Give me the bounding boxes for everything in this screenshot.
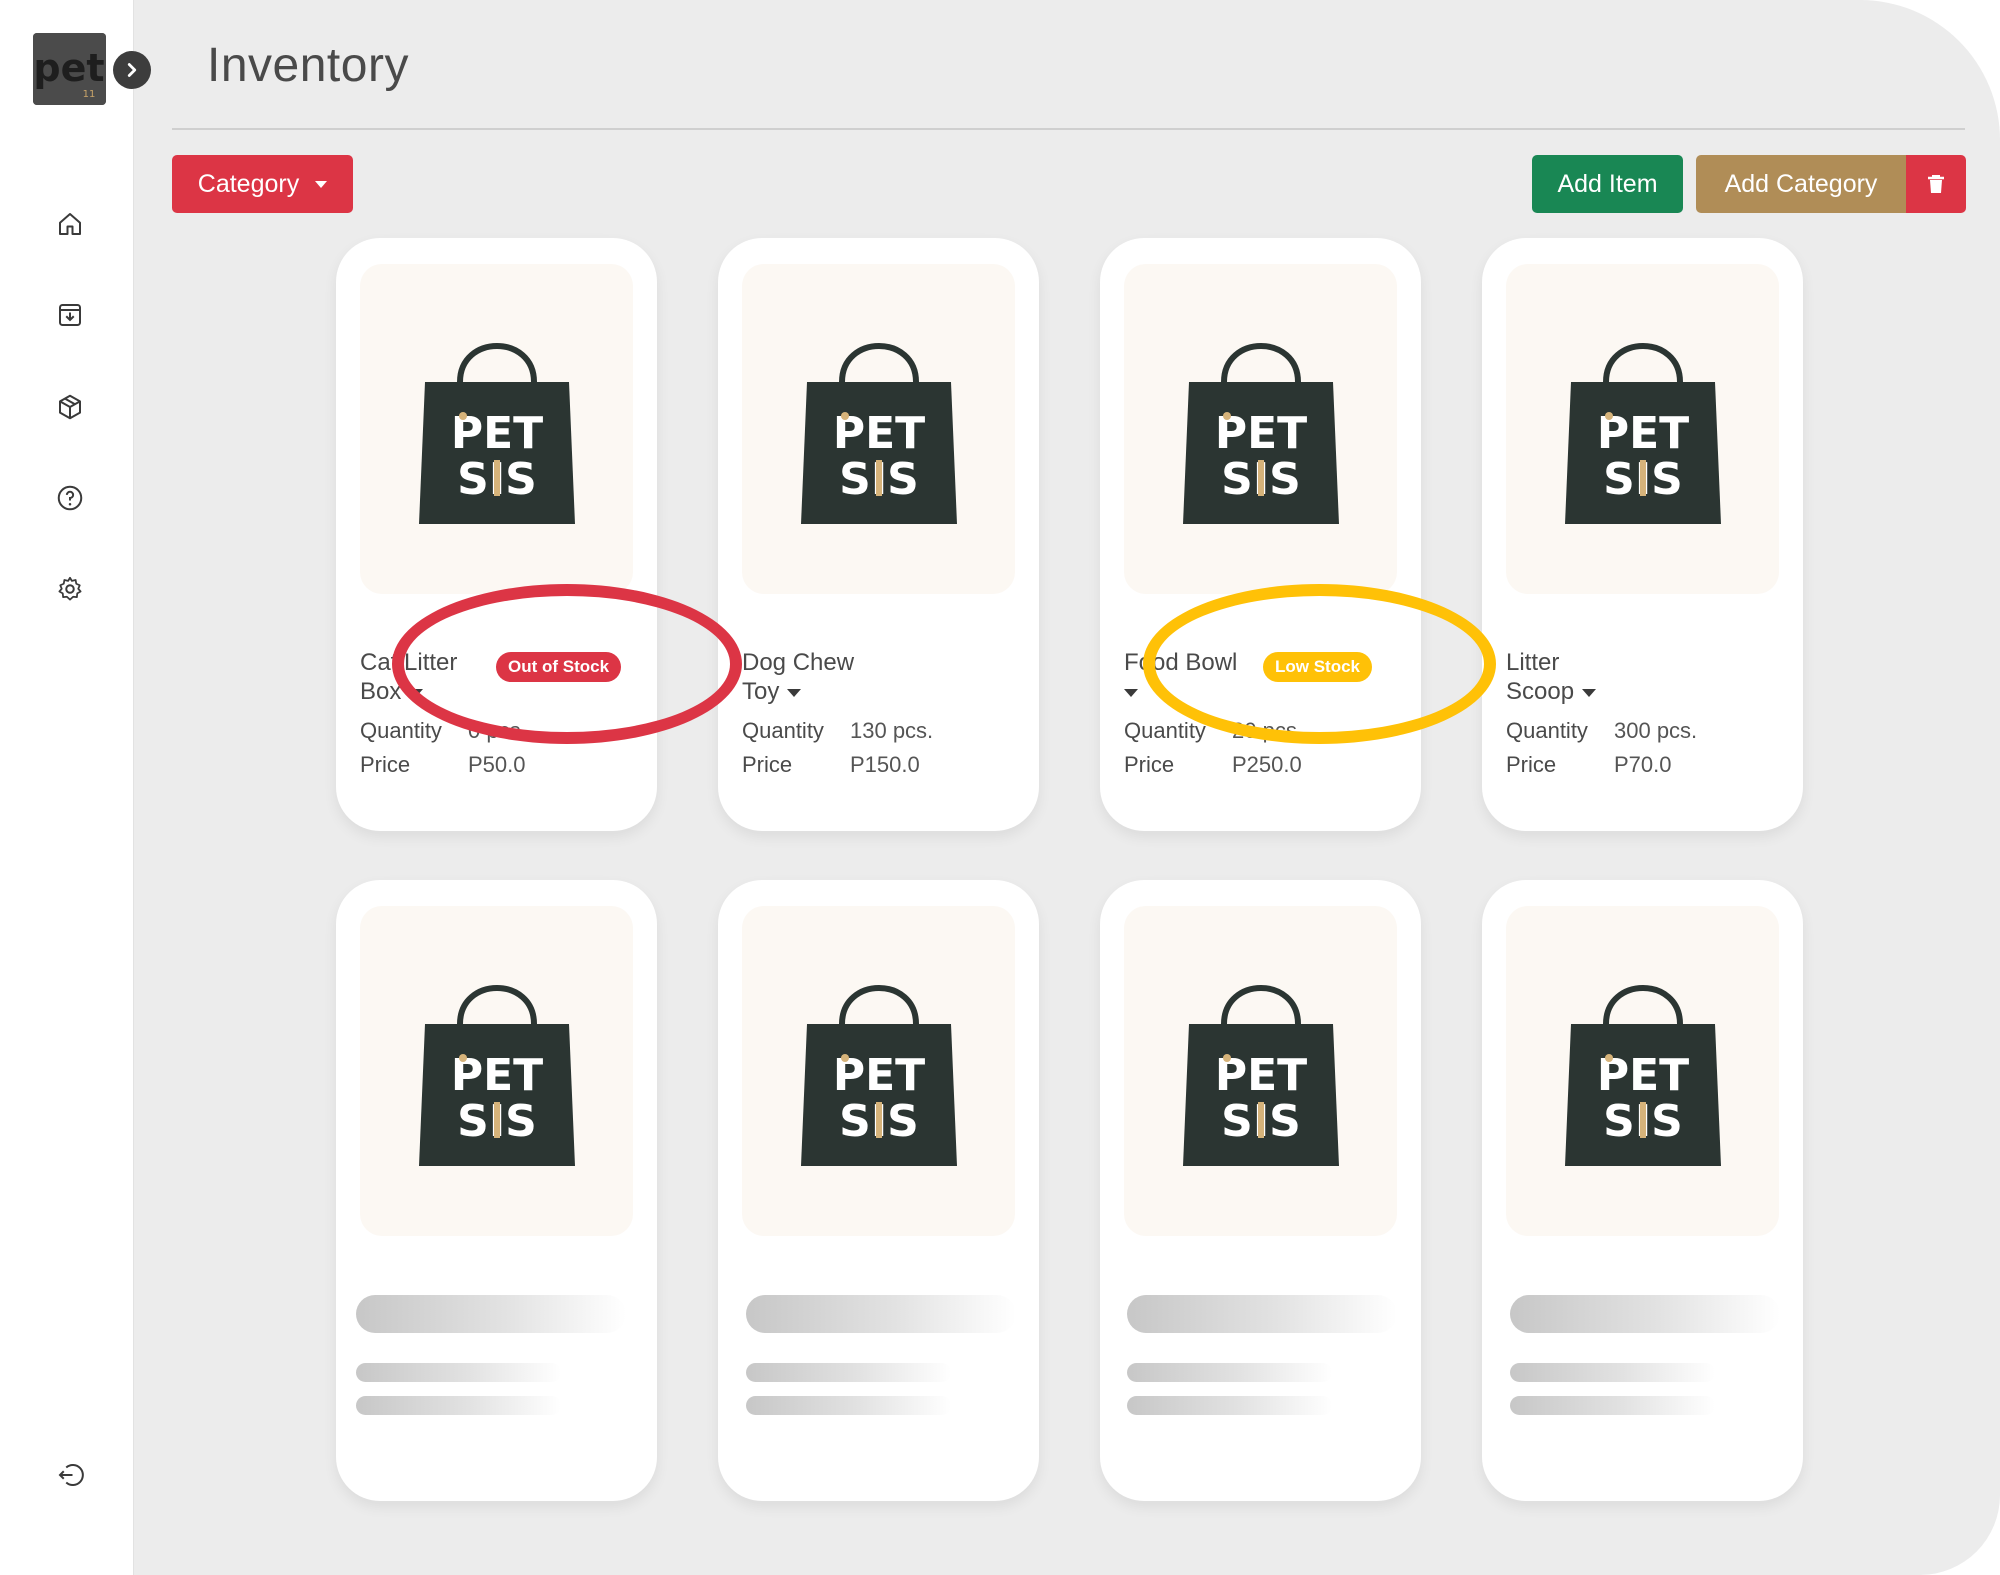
product-name: Dog Chew Toy <box>742 649 855 705</box>
shopping-bag-icon: PETSIS <box>800 985 957 1166</box>
shopping-bag-icon: PETSIS <box>418 343 575 524</box>
shopping-bag-icon: PETSIS <box>418 985 575 1166</box>
sidebar-item-home[interactable] <box>52 206 88 242</box>
logout-icon <box>58 1464 84 1486</box>
product-image: PET SIS <box>1124 264 1397 594</box>
chevron-right-icon <box>127 63 137 77</box>
caret-down-icon <box>315 180 328 188</box>
product-card-loading: PET SIS <box>1482 880 1803 1501</box>
sidebar-item-products[interactable] <box>52 389 88 425</box>
product-quantity: Quantity 130 pcs. <box>742 718 934 743</box>
skeleton-title <box>1127 1295 1397 1333</box>
shopping-bag-icon: PETSIS <box>1182 343 1339 524</box>
caret-down-icon[interactable] <box>787 688 802 697</box>
skeleton-title <box>356 1295 626 1333</box>
product-image: PET SIS <box>742 264 1015 594</box>
shopping-bag-icon: PETSIS <box>1182 985 1339 1166</box>
sidebar: pet 11 <box>0 0 134 1575</box>
product-card-loading: PET SIS <box>336 880 657 1501</box>
skeleton-line <box>746 1363 951 1382</box>
status-badge: Low Stock <box>1263 652 1373 682</box>
box-icon <box>59 394 81 420</box>
skeleton-line <box>356 1396 561 1415</box>
add-item-button[interactable]: Add Item <box>1532 155 1683 213</box>
shopping-bag-icon: PETSIS <box>1564 985 1721 1166</box>
page-title: Inventory <box>207 39 409 92</box>
product-card[interactable]: PET SIS Food Bowl Low Stock Quantity 20 pc… <box>1100 238 1421 831</box>
product-card-loading: PET SIS <box>1100 880 1421 1501</box>
product-price: Price P150.0 <box>742 752 920 777</box>
skeleton-title <box>1510 1295 1780 1333</box>
product-card[interactable]: PET SIS Dog Chew Toy Quantity 130 pcs. Pric… <box>718 238 1039 831</box>
product-price: Price P250.0 <box>1124 752 1302 777</box>
product-image: PET SIS <box>1506 264 1779 594</box>
product-image: PET SIS <box>360 264 633 594</box>
sidebar-collapse-button[interactable] <box>113 51 151 89</box>
sidebar-item-settings[interactable] <box>52 571 88 607</box>
sidebar-item-archive[interactable] <box>52 297 88 333</box>
product-card[interactable]: PET SIS Cat Litter Box Out of Stock Quanti… <box>336 238 657 831</box>
status-badge: Out of Stock <box>496 652 622 682</box>
product-quantity: Quantity 300 pcs. <box>1506 718 1698 743</box>
skeleton-line <box>1127 1363 1332 1382</box>
product-quantity: Quantity 0 pcs. <box>360 718 527 743</box>
app-window: pet 11 Inventory Category Add Item Add C… <box>0 0 2000 1575</box>
home-icon <box>59 213 81 235</box>
product-image: PET SIS <box>1124 906 1397 1236</box>
product-image: PET SIS <box>360 906 633 1236</box>
product-card[interactable]: PET SIS Litter Scoop Quantity 300 pcs. Pric… <box>1482 238 1803 831</box>
skeleton-line <box>746 1396 951 1415</box>
shopping-bag-icon: PETSIS <box>800 343 957 524</box>
pet-logo-icon[interactable]: pet 11 <box>33 33 106 105</box>
skeleton-line <box>1127 1396 1332 1415</box>
trash-icon <box>1928 175 1944 193</box>
help-icon <box>57 485 83 511</box>
pet-logo-graphic: pet 11 <box>33 33 106 105</box>
product-quantity: Quantity 20 pcs. <box>1124 718 1303 743</box>
logout-button[interactable] <box>52 1457 88 1493</box>
caret-down-icon[interactable] <box>1124 688 1138 697</box>
svg-text:11: 11 <box>83 89 96 100</box>
delete-category-button[interactable] <box>1906 155 1966 213</box>
product-image: PET SIS <box>1506 906 1779 1236</box>
product-name: Litter Scoop <box>1506 648 1696 706</box>
category-dropdown-button[interactable]: Category <box>172 155 353 213</box>
skeleton-title <box>746 1295 1016 1333</box>
product-price: Price P70.0 <box>1506 752 1672 777</box>
caret-down-icon[interactable] <box>1582 688 1597 697</box>
category-button-label: Category <box>197 169 300 198</box>
header-divider <box>172 128 1965 130</box>
add-category-button[interactable]: Add Category <box>1696 155 1906 213</box>
svg-text:pet: pet <box>33 46 104 90</box>
skeleton-line <box>1510 1396 1715 1415</box>
caret-down-icon[interactable] <box>409 688 424 697</box>
archive-icon <box>59 304 81 326</box>
product-image: PET SIS <box>742 906 1015 1236</box>
skeleton-line <box>356 1363 561 1382</box>
skeleton-line <box>1510 1363 1715 1382</box>
product-price: Price P50.0 <box>360 752 526 777</box>
sidebar-item-help[interactable] <box>52 480 88 516</box>
shopping-bag-icon: PETSIS <box>1564 343 1721 524</box>
product-card-loading: PET SIS <box>718 880 1039 1501</box>
gear-icon <box>58 576 82 601</box>
